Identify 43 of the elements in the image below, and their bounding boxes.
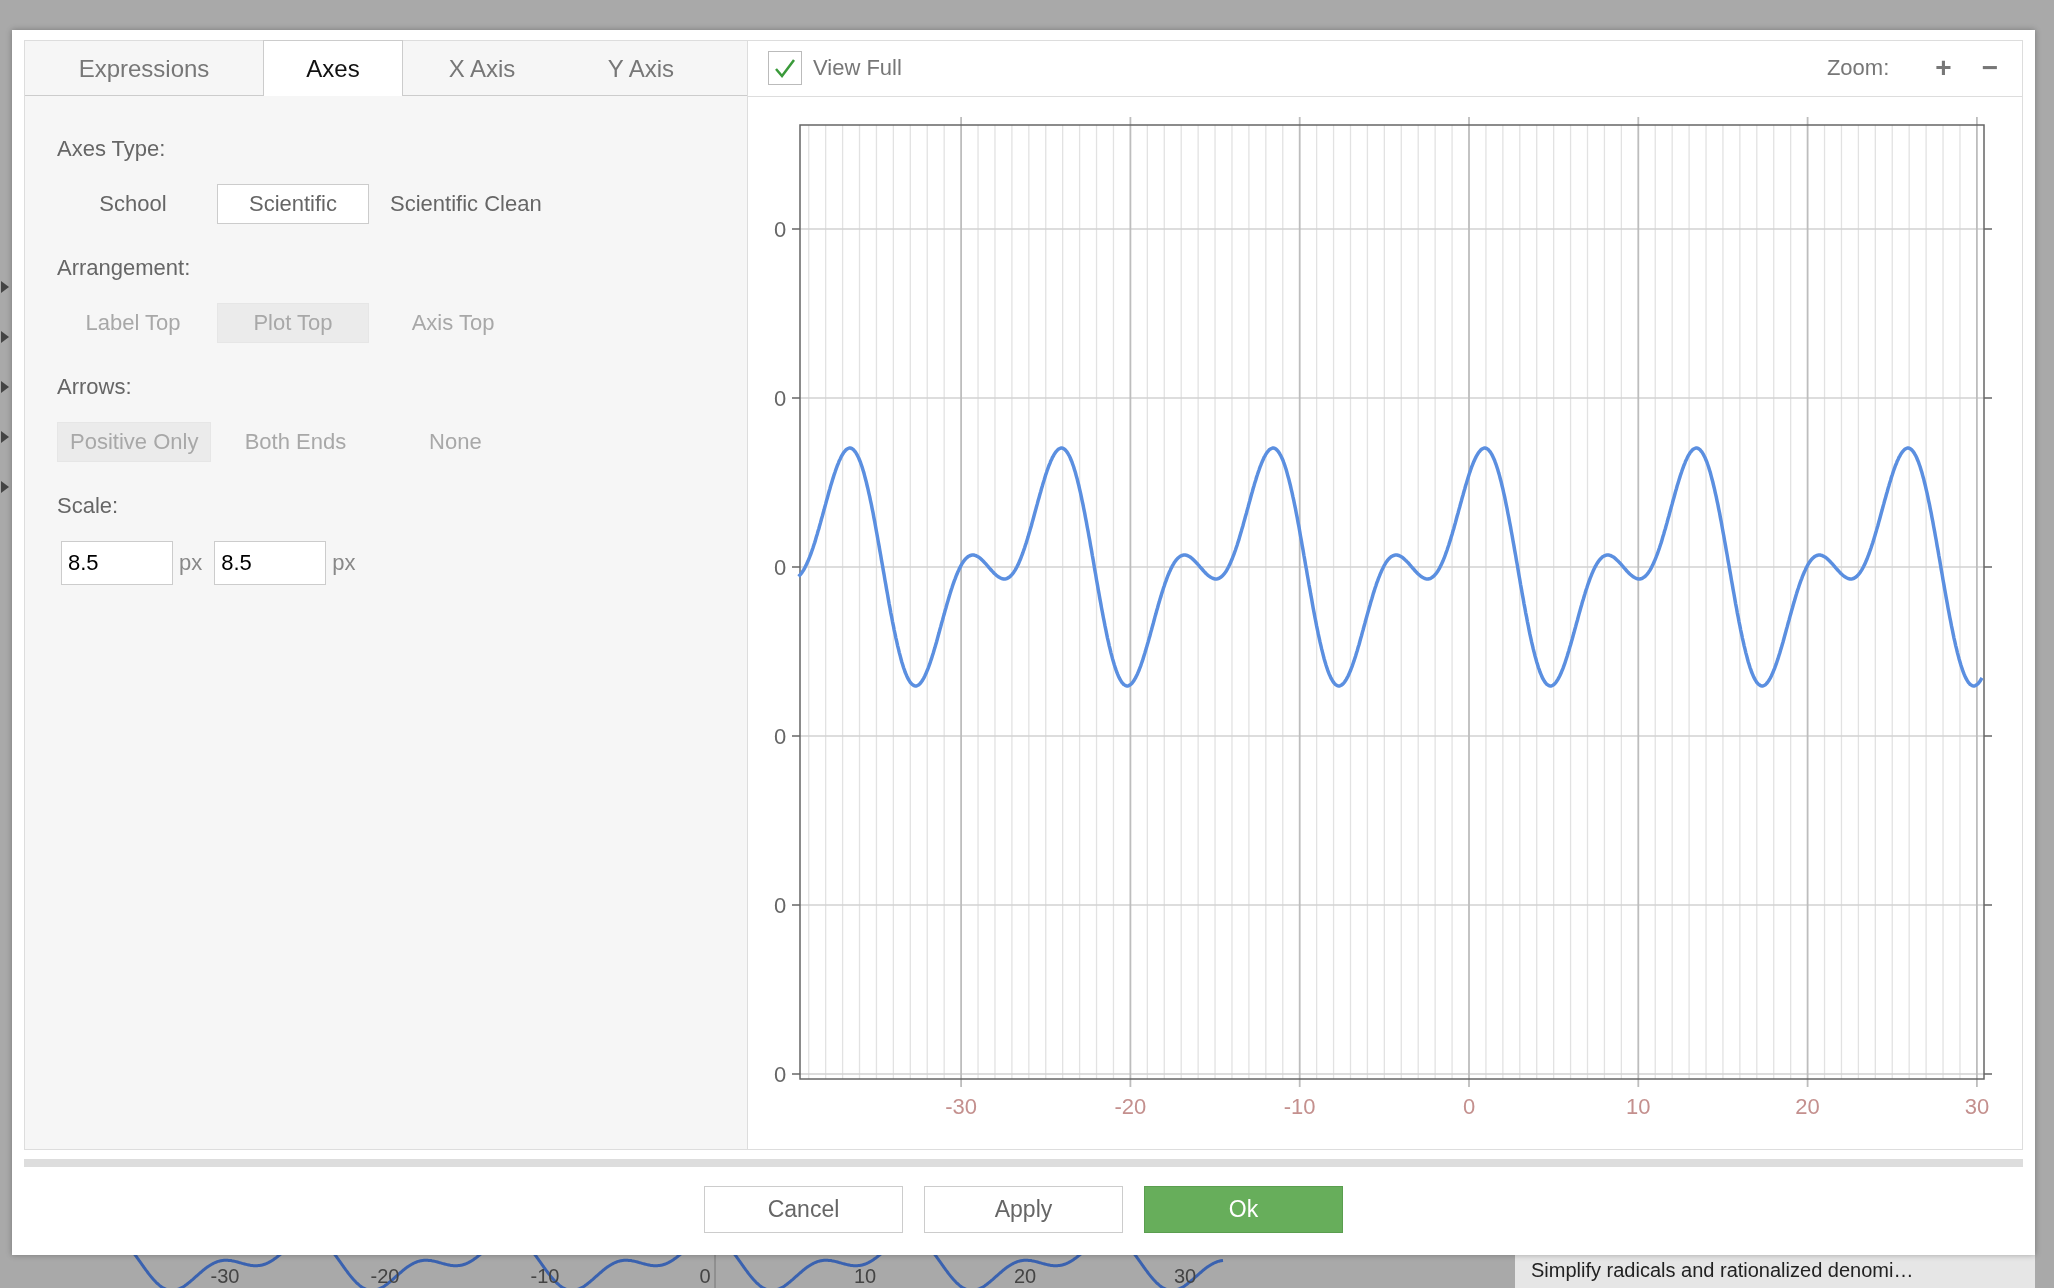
axis-label: 0 xyxy=(773,554,787,580)
axis-label: 30 xyxy=(1964,1093,1990,1119)
axis-label: 0 xyxy=(773,385,787,411)
zoom-button[interactable]: − xyxy=(1975,54,2004,83)
scale-input[interactable]: 8.5 xyxy=(61,541,173,585)
caret-icon[interactable] xyxy=(0,280,10,294)
dialog-button[interactable]: Cancel xyxy=(704,1186,903,1233)
option-button[interactable]: School xyxy=(57,184,209,224)
checkbox[interactable] xyxy=(768,51,802,86)
caret-icon[interactable] xyxy=(0,430,10,444)
section-label: Scale: xyxy=(57,492,120,520)
option-button[interactable]: Scientific xyxy=(217,184,369,224)
zoom-label: Zoom: xyxy=(1826,55,1890,82)
axis-label: 20 xyxy=(1795,1093,1820,1119)
axis-label: 10 xyxy=(1626,1093,1651,1119)
dialog-button[interactable]: Apply xyxy=(924,1186,1123,1233)
option-button[interactable]: Scientific Clean xyxy=(377,184,555,224)
zoom-button[interactable]: + xyxy=(1929,54,1958,83)
section-label: Arrows: xyxy=(57,373,133,401)
caret-icon[interactable] xyxy=(0,480,10,494)
tab[interactable]: Expressions xyxy=(25,41,263,96)
axis-label: 0 xyxy=(773,892,787,918)
caret-icon[interactable] xyxy=(0,330,10,344)
axis-label: 0 xyxy=(1462,1093,1476,1119)
unit-label: px xyxy=(332,550,356,576)
tab[interactable]: X Axis xyxy=(403,41,561,96)
section-label: Axes Type: xyxy=(57,135,167,163)
checkmark-icon xyxy=(773,57,797,80)
tab[interactable]: Y Axis xyxy=(561,41,721,96)
unit-label: px xyxy=(179,550,203,576)
tab[interactable]: Axes xyxy=(263,40,403,96)
dialog-button[interactable]: Ok xyxy=(1144,1186,1343,1233)
status-text: Simplify radicals and rationalized denomi… xyxy=(1515,1255,2035,1288)
caret-icon[interactable] xyxy=(0,380,10,394)
section-label: Arrangement: xyxy=(57,254,192,282)
checkbox-label: View Full xyxy=(813,55,902,82)
axis-label: 0 xyxy=(773,1061,787,1087)
axis-label: -30 xyxy=(945,1093,977,1119)
axis-label: 0 xyxy=(773,723,787,749)
axis-label: -10 xyxy=(1283,1093,1316,1119)
axis-label: 0 xyxy=(773,216,787,242)
axis-label: -20 xyxy=(1114,1093,1147,1119)
scale-input[interactable]: 8.5 xyxy=(214,541,327,585)
